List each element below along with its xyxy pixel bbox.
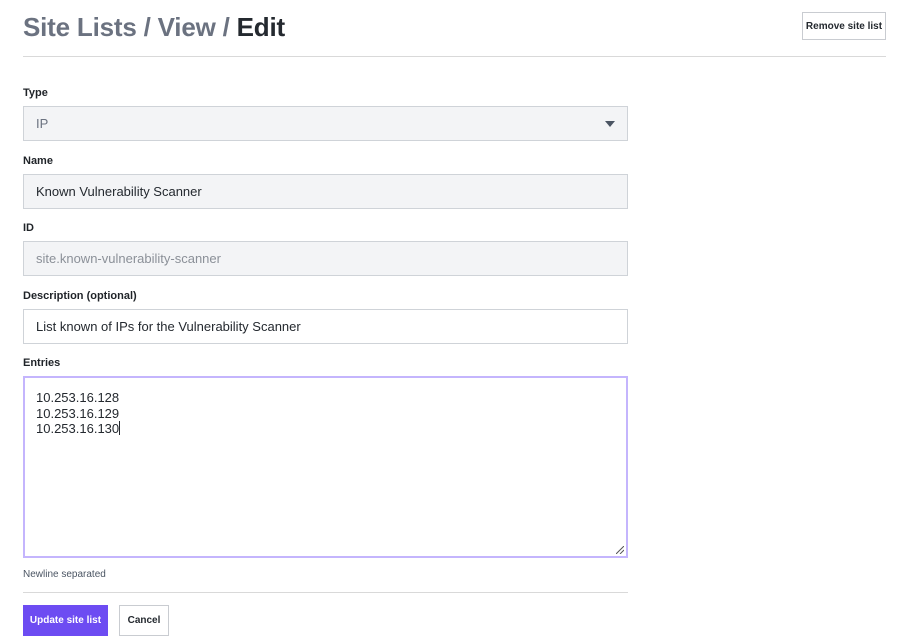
chevron-down-icon	[605, 121, 615, 127]
id-field-value: site.known-vulnerability-scanner	[36, 251, 221, 266]
remove-site-list-button[interactable]: Remove site list	[802, 12, 886, 40]
breadcrumb: Site Lists / View / Edit	[23, 10, 285, 44]
breadcrumb-separator: /	[222, 12, 230, 42]
entries-label: Entries	[23, 357, 61, 369]
description-field-value: List known of IPs for the Vulnerability …	[36, 319, 301, 334]
entries-textarea[interactable]: 10.253.16.128 10.253.16.129 10.253.16.13…	[23, 376, 628, 558]
text-cursor	[119, 421, 121, 435]
breadcrumb-separator: /	[143, 12, 151, 42]
description-field[interactable]: List known of IPs for the Vulnerability …	[23, 309, 628, 344]
page-header: Site Lists / View / Edit Remove site list	[23, 0, 886, 57]
breadcrumb-site-lists[interactable]: Site Lists	[23, 12, 137, 42]
type-select[interactable]: IP	[23, 106, 628, 141]
name-field[interactable]: Known Vulnerability Scanner	[23, 174, 628, 209]
form-divider	[23, 592, 628, 593]
breadcrumb-view[interactable]: View	[158, 12, 216, 42]
resize-handle-icon[interactable]	[616, 546, 624, 554]
entry-line-last: 10.253.16.130	[36, 421, 615, 437]
description-label: Description (optional)	[23, 290, 137, 302]
id-field: site.known-vulnerability-scanner	[23, 241, 628, 276]
page-title: Edit	[236, 12, 286, 42]
name-label: Name	[23, 155, 53, 167]
update-site-list-button[interactable]: Update site list	[23, 605, 108, 636]
id-label: ID	[23, 222, 34, 234]
entry-line: 10.253.16.129	[36, 405, 120, 421]
edit-site-list-page: Site Lists / View / Edit Remove site list Ty…	[0, 0, 900, 642]
entries-help-text: Newline separated	[23, 569, 106, 580]
entry-line: 10.253.16.128	[36, 390, 120, 405]
type-select-value: IP	[36, 116, 49, 131]
cancel-button[interactable]: Cancel	[119, 605, 169, 636]
entry-line-text: 10.253.16.130	[36, 421, 120, 436]
name-field-value: Known Vulnerability Scanner	[36, 184, 202, 199]
type-label: Type	[23, 87, 48, 99]
